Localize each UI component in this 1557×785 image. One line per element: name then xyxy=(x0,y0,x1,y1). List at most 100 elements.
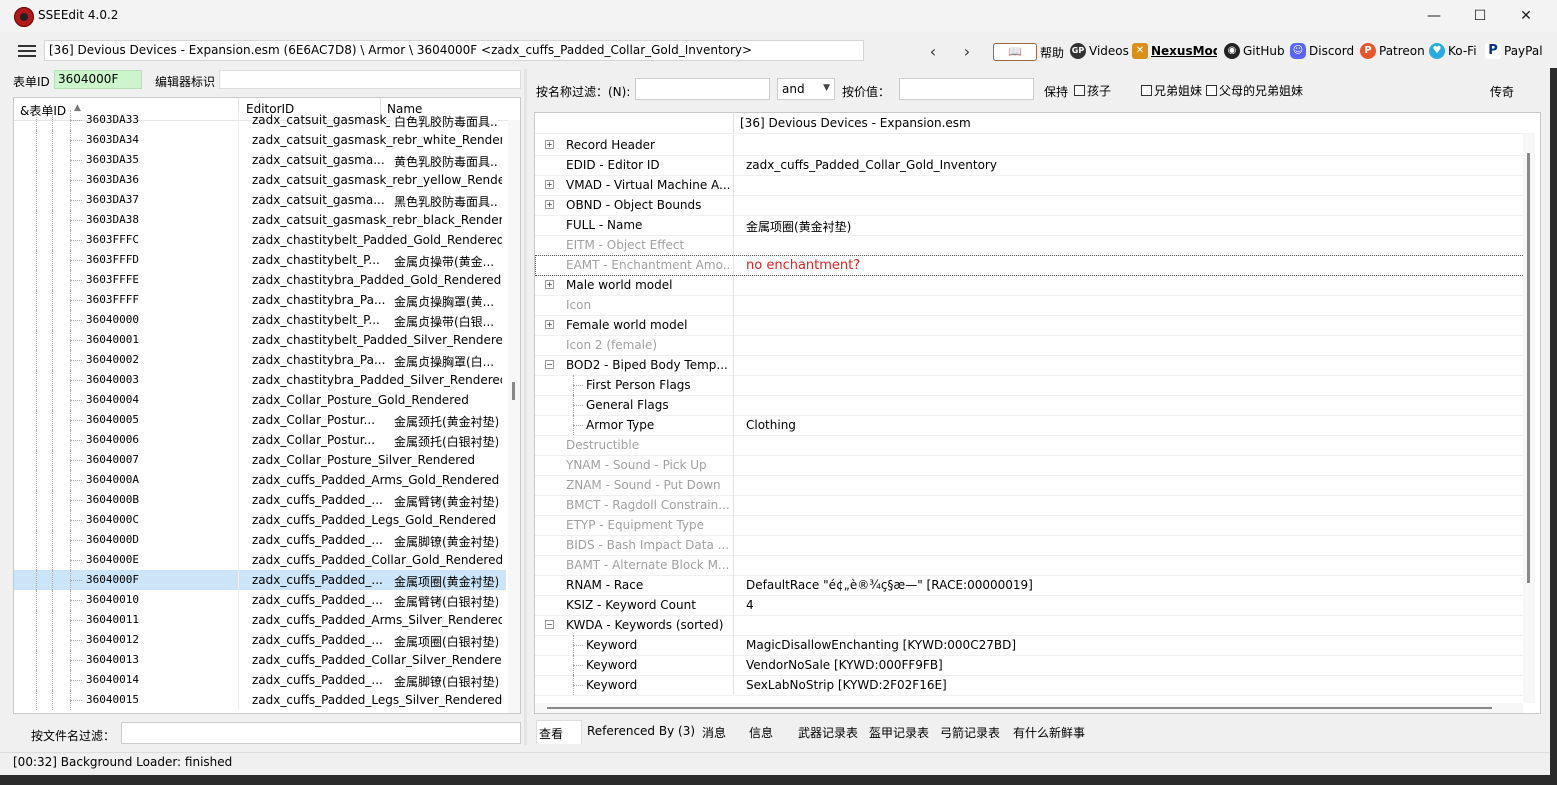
tab-2[interactable]: 消息 xyxy=(700,720,744,744)
tree-row[interactable]: 36040004 zadx_Collar_Posture_Gold_Rendere… xyxy=(14,390,506,410)
tab-0[interactable]: 查看 xyxy=(536,720,582,744)
record-field-row[interactable]: + VMAD - Virtual Machine A... xyxy=(535,175,1525,196)
record-field-row[interactable]: EITM - Object Effect xyxy=(535,235,1525,256)
field-value[interactable]: DefaultRace "é¢„è®¾ç§æ—" [RACE:00000019] xyxy=(746,578,1033,592)
github-link[interactable]: ◉ GitHub xyxy=(1224,43,1285,59)
tree-row[interactable]: 3603FFFF zadx_chastitybra_Pa... 金属贞操胸罩(黄..… xyxy=(14,290,506,310)
pane-splitter[interactable] xyxy=(524,69,527,745)
record-field-row[interactable]: BMCT - Ragdoll Constrain... xyxy=(535,495,1525,516)
tree-row[interactable]: 36040005 zadx_Collar_Postur... 金属颈托(黄金衬垫) xyxy=(14,410,506,430)
record-field-row[interactable]: + OBND - Object Bounds xyxy=(535,195,1525,216)
field-value[interactable]: 4 xyxy=(746,598,754,612)
tree-row[interactable]: 36040014 zadx_cuffs_Padded_... 金属脚镣(白银衬垫) xyxy=(14,670,506,690)
forward-button[interactable]: › xyxy=(956,40,978,62)
formid-input[interactable]: 3604000F xyxy=(54,70,142,89)
tree-scrollbar[interactable] xyxy=(508,120,520,713)
tree-row[interactable]: 3603DA37 zadx_catsuit_gasma... 黑色乳胶防毒面具... xyxy=(14,190,506,210)
patreon-link[interactable]: P Patreon xyxy=(1360,43,1425,59)
tree-row[interactable]: 36040011 zadx_cuffs_Padded_Arms_Silver_Re… xyxy=(14,610,506,630)
namefilter-input[interactable] xyxy=(635,78,770,100)
tree-row[interactable]: 3603DA34 zadx_catsuit_gasmask_rebr_white_… xyxy=(14,130,506,150)
parent-siblings-checkbox[interactable]: 父母的兄弟姐妹 xyxy=(1206,82,1303,99)
plugin-column-header[interactable]: [36] Devious Devices - Expansion.esm xyxy=(740,116,971,130)
tree-row[interactable]: 3603FFFC zadx_chastitybelt_Padded_Gold_Re… xyxy=(14,230,506,250)
tree-row[interactable]: 3603DA36 zadx_catsuit_gasmask_rebr_yellow… xyxy=(14,170,506,190)
record-field-row[interactable]: EDID - Editor ID zadx_cuffs_Padded_Collar… xyxy=(535,155,1525,176)
tree-row[interactable]: 3603DA35 zadx_catsuit_gasma... 黄色乳胶防毒面具... xyxy=(14,150,506,170)
paypal-link[interactable]: P PayPal xyxy=(1485,43,1543,59)
record-field-row[interactable]: Icon 2 (female) xyxy=(535,335,1525,356)
kofi-link[interactable]: ♥ Ko-Fi xyxy=(1429,43,1477,59)
field-value[interactable]: 金属项圈(黄金衬垫) xyxy=(746,218,851,235)
tree-row[interactable]: 3603FFFD zadx_chastitybelt_P... 金属贞操带(黄金..… xyxy=(14,250,506,270)
record-field-row[interactable]: BIDS - Bash Impact Data ... xyxy=(535,535,1525,556)
expand-icon[interactable]: + xyxy=(545,200,554,209)
grid-vertical-scrollbar[interactable] xyxy=(1523,133,1535,703)
tab-5[interactable]: 盔甲记录表 xyxy=(867,720,935,744)
tree-row[interactable]: 3604000E zadx_cuffs_Padded_Collar_Gold_Re… xyxy=(14,550,506,570)
record-field-row[interactable]: − KWDA - Keywords (sorted) xyxy=(535,615,1525,636)
tree-row[interactable]: 36040002 zadx_chastitybra_Pa... 金属贞操胸罩(白..… xyxy=(14,350,506,370)
valuefilter-input[interactable] xyxy=(899,78,1034,100)
record-path-field[interactable]: [36] Devious Devices - Expansion.esm (6E… xyxy=(44,40,864,61)
record-field-row[interactable]: BAMT - Alternate Block M... xyxy=(535,555,1525,576)
record-field-row[interactable]: ETYP - Equipment Type xyxy=(535,515,1525,536)
tab-1[interactable]: Referenced By (3) xyxy=(585,720,697,744)
record-field-row[interactable]: Keyword MagicDisallowEnchanting [KYWD:000… xyxy=(535,635,1525,656)
hamburger-menu-icon[interactable] xyxy=(18,45,36,57)
tree-row-selected[interactable]: 3604000F zadx_cuffs_Padded_... 金属项圈(黄金衬垫) xyxy=(14,570,506,590)
tab-7[interactable]: 有什么新鲜事 xyxy=(1011,720,1091,744)
record-field-row[interactable]: Icon xyxy=(535,295,1525,316)
tree-row[interactable]: 36040003 zadx_chastitybra_Padded_Silver_R… xyxy=(14,370,506,390)
tree-row[interactable]: 36040000 zadx_chastitybelt_P... 金属贞操带(白银..… xyxy=(14,310,506,330)
tree-row[interactable]: 36040013 zadx_cuffs_Padded_Collar_Silver_… xyxy=(14,650,506,670)
tree-row[interactable]: 3604000B zadx_cuffs_Padded_... 金属臂铐(黄金衬垫) xyxy=(14,490,506,510)
tab-3[interactable]: 信息 xyxy=(747,720,791,744)
record-field-row[interactable]: + Female world model xyxy=(535,315,1525,336)
record-field-row[interactable]: ZNAM - Sound - Put Down xyxy=(535,475,1525,496)
tab-6[interactable]: 弓箭记录表 xyxy=(938,720,1008,744)
record-field-row[interactable]: − BOD2 - Biped Body Temp... xyxy=(535,355,1525,376)
close-button[interactable]: ✕ xyxy=(1503,0,1549,32)
and-or-select[interactable]: and ▼ xyxy=(777,78,835,100)
field-value[interactable]: Clothing xyxy=(746,418,796,432)
record-view-grid[interactable]: [36] Devious Devices - Expansion.esm + Re… xyxy=(534,112,1541,714)
record-field-row[interactable]: YNAM - Sound - Pick Up xyxy=(535,455,1525,476)
collapse-icon[interactable]: − xyxy=(545,360,554,369)
collapse-icon[interactable]: − xyxy=(545,620,554,629)
tree-row[interactable]: 3603DA38 zadx_catsuit_gasmask_rebr_black_… xyxy=(14,210,506,230)
record-tree[interactable]: &表单ID ▲ EditorID Name 3603DA33 zadx_catsu… xyxy=(13,97,521,714)
field-value[interactable]: no enchantment? xyxy=(746,258,860,273)
tree-row[interactable]: 36040007 zadx_Collar_Posture_Silver_Rende… xyxy=(14,450,506,470)
record-field-row[interactable]: Armor Type Clothing xyxy=(535,415,1525,436)
tree-row[interactable]: 3603DA33 zadx_catsuit_gasmask_rebr_...白色乳… xyxy=(14,110,506,130)
record-field-row[interactable]: Keyword SexLabNoStrip [KYWD:2F02F16E] xyxy=(535,675,1525,696)
discord-link[interactable]: ☺ Discord xyxy=(1290,43,1354,59)
record-field-row[interactable]: EAMT - Enchantment Amo... no enchantment? xyxy=(535,255,1525,276)
tree-row[interactable]: 3603FFFE zadx_chastitybra_Padded_Gold_Ren… xyxy=(14,270,506,290)
record-field-row[interactable]: Keyword VendorNoSale [KYWD:000FF9FB] xyxy=(535,655,1525,676)
legend-button[interactable]: 传奇 xyxy=(1490,83,1514,100)
back-button[interactable]: ‹ xyxy=(922,40,944,62)
record-field-row[interactable]: Destructible xyxy=(535,435,1525,456)
record-field-row[interactable]: First Person Flags xyxy=(535,375,1525,396)
maximize-button[interactable]: ☐ xyxy=(1457,0,1503,32)
editorid-input[interactable] xyxy=(219,70,521,89)
tree-row[interactable]: 36040012 zadx_cuffs_Padded_... 金属项圈(白银衬垫) xyxy=(14,630,506,650)
tree-row[interactable]: 36040006 zadx_Collar_Postur... 金属颈托(白银衬垫) xyxy=(14,430,506,450)
tree-row[interactable]: 36040001 zadx_chastitybelt_Padded_Silver_… xyxy=(14,330,506,350)
videos-link[interactable]: GP Videos xyxy=(1070,43,1129,59)
minimize-button[interactable]: — xyxy=(1411,0,1457,32)
tree-row[interactable]: 3604000C zadx_cuffs_Padded_Legs_Gold_Rend… xyxy=(14,510,506,530)
tab-4[interactable]: 武器记录表 xyxy=(796,720,864,744)
nexusmods-link[interactable]: ✕ NexusMods xyxy=(1132,43,1217,59)
help-link[interactable]: 📖 帮助 xyxy=(993,43,1064,61)
filefilter-input[interactable] xyxy=(121,722,521,744)
field-value[interactable]: zadx_cuffs_Padded_Collar_Gold_Inventory xyxy=(746,158,997,172)
record-field-row[interactable]: + Male world model xyxy=(535,275,1525,296)
tree-row[interactable]: 36040015 zadx_cuffs_Padded_Legs_Silver_Re… xyxy=(14,690,506,710)
field-value[interactable]: SexLabNoStrip [KYWD:2F02F16E] xyxy=(746,678,947,692)
tree-row[interactable]: 36040010 zadx_cuffs_Padded_... 金属臂铐(白银衬垫) xyxy=(14,590,506,610)
field-value[interactable]: VendorNoSale [KYWD:000FF9FB] xyxy=(746,658,943,672)
record-field-row[interactable]: FULL - Name 金属项圈(黄金衬垫) xyxy=(535,215,1525,236)
